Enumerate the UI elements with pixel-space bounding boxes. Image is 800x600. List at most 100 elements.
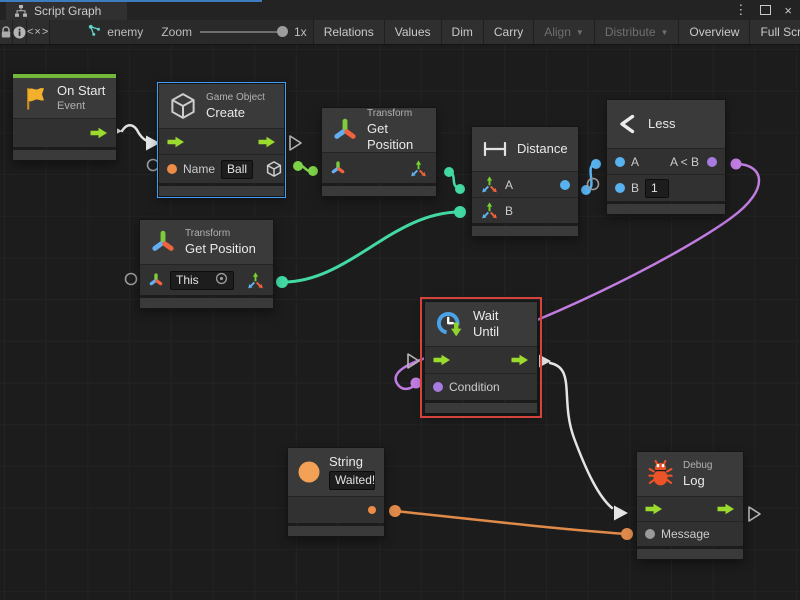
node-on-start-event[interactable]: On StartEvent [13,74,116,160]
value-port-in[interactable] [167,164,177,174]
toolbar-button-values[interactable]: Values [384,20,441,44]
vector3-port-out[interactable] [409,159,428,178]
value-port-out[interactable] [368,506,376,514]
info-button[interactable] [13,20,27,44]
string-icon [297,460,321,484]
value-port-out[interactable] [707,157,717,167]
graph-node-icon [88,24,101,40]
node-header[interactable]: Game ObjectCreate [159,84,284,128]
flow-port-out[interactable] [90,127,108,139]
node-header-text: TransformGet Position [185,228,256,257]
flow-port-out[interactable] [258,136,276,148]
node-footer [140,298,273,308]
code-view-button[interactable]: <×> [27,20,50,44]
node-port-row: B [472,197,578,223]
lock-button[interactable] [0,20,13,44]
toolbar-button-distribute[interactable]: Distribute▼ [594,20,679,44]
info-icon [13,26,26,39]
tab-script-graph[interactable]: Script Graph [6,2,127,20]
value-input-text: 1 [651,181,658,195]
node-title: Wait Until [473,308,528,339]
value-input[interactable]: This [170,271,234,290]
close-icon[interactable]: × [784,3,792,18]
maximize-icon[interactable] [760,5,771,15]
toolbar-button-full-screen[interactable]: Full Screen [749,20,800,44]
node-title: On Start [57,83,105,99]
toolbar-button-overview[interactable]: Overview [678,20,749,44]
toolbar-button-carry[interactable]: Carry [483,20,533,44]
port-label: A [505,178,513,192]
node-header-text: Less [648,116,675,132]
node-distance[interactable]: Distance AB [472,127,578,236]
node-title: Get Position [185,241,256,257]
toolbar-button-label: Align [544,25,571,39]
value-input-text: Waited! [335,473,375,487]
value-port-out[interactable] [560,180,570,190]
cube-small-port-out[interactable] [265,160,283,178]
flow-port-in[interactable] [645,503,663,515]
node-create-game-object[interactable]: Game ObjectCreate NameBall [159,84,284,196]
port-label: Message [661,527,710,541]
graph-breadcrumb[interactable]: enemy [76,20,155,44]
flow-port-in[interactable] [167,136,185,148]
flow-port-out[interactable] [717,503,735,515]
transform-icon [149,228,177,256]
vector3-port-out[interactable] [246,271,265,290]
cube-icon [168,91,198,121]
node-title: Distance [517,141,568,157]
value-port-in[interactable] [615,157,625,167]
node-header-text: Wait Until [473,308,528,339]
node-string[interactable]: StringWaited! [288,448,384,536]
value-input[interactable]: Ball [221,160,253,179]
transform-small-port-in[interactable] [330,160,346,176]
node-get-position-1[interactable]: TransformGet Position [322,108,436,196]
node-port-row [13,118,116,147]
toolbar-button-label: Relations [324,25,374,39]
node-less[interactable]: LessAA < BB1 [607,100,725,214]
node-header[interactable]: TransformGet Position [140,220,273,264]
port-label: Condition [449,380,500,394]
node-header[interactable]: On StartEvent [13,78,116,118]
value-input-text: Ball [227,162,247,176]
zoom-slider-handle[interactable] [277,26,288,37]
node-title: Less [648,116,675,132]
toolbar-button-relations[interactable]: Relations [313,20,384,44]
node-header[interactable]: Distance [472,127,578,171]
transform-icon [331,116,359,144]
node-port-row: NameBall [159,154,284,183]
node-port-row [322,152,436,183]
zoom-slider[interactable] [200,31,286,33]
node-header[interactable]: Less [607,100,725,148]
value-input[interactable]: Waited! [329,471,375,490]
target-icon[interactable] [215,272,228,288]
toolbar: <×> enemy Zoom 1x RelationsValuesDimCarr… [0,20,800,45]
node-kicker: Debug [683,460,712,472]
node-wait-until[interactable]: Wait Until Condition [425,302,537,413]
node-header[interactable]: Wait Until [425,302,537,346]
zoom-label: Zoom [161,25,192,39]
value-input[interactable]: 1 [645,179,669,198]
script-graph-icon [14,4,28,18]
more-icon[interactable]: ⋮ [734,2,747,18]
toolbar-button-label: Carry [494,25,523,39]
node-header[interactable]: DebugLog [637,452,743,496]
node-footer [637,549,743,559]
value-port-in[interactable] [615,183,625,193]
node-debug-log[interactable]: DebugLog Message [637,452,743,559]
toolbar-button-dim[interactable]: Dim [441,20,483,44]
toolbar-button-align[interactable]: Align▼ [533,20,594,44]
value-port-in[interactable] [433,382,443,392]
node-header-text: StringWaited! [329,454,375,490]
vector3-port-in[interactable] [480,201,499,220]
node-header-text: Distance [517,141,568,157]
flow-port-in[interactable] [433,354,451,366]
value-port-in[interactable] [645,529,655,539]
node-kicker: Game Object [206,92,265,104]
transform-small-port-in[interactable] [148,272,164,288]
node-header[interactable]: StringWaited! [288,448,384,496]
node-footer [322,186,436,196]
node-get-position-2[interactable]: TransformGet Position This [140,220,273,308]
vector3-port-in[interactable] [480,175,499,194]
node-header[interactable]: TransformGet Position [322,108,436,152]
flow-port-out[interactable] [511,354,529,366]
